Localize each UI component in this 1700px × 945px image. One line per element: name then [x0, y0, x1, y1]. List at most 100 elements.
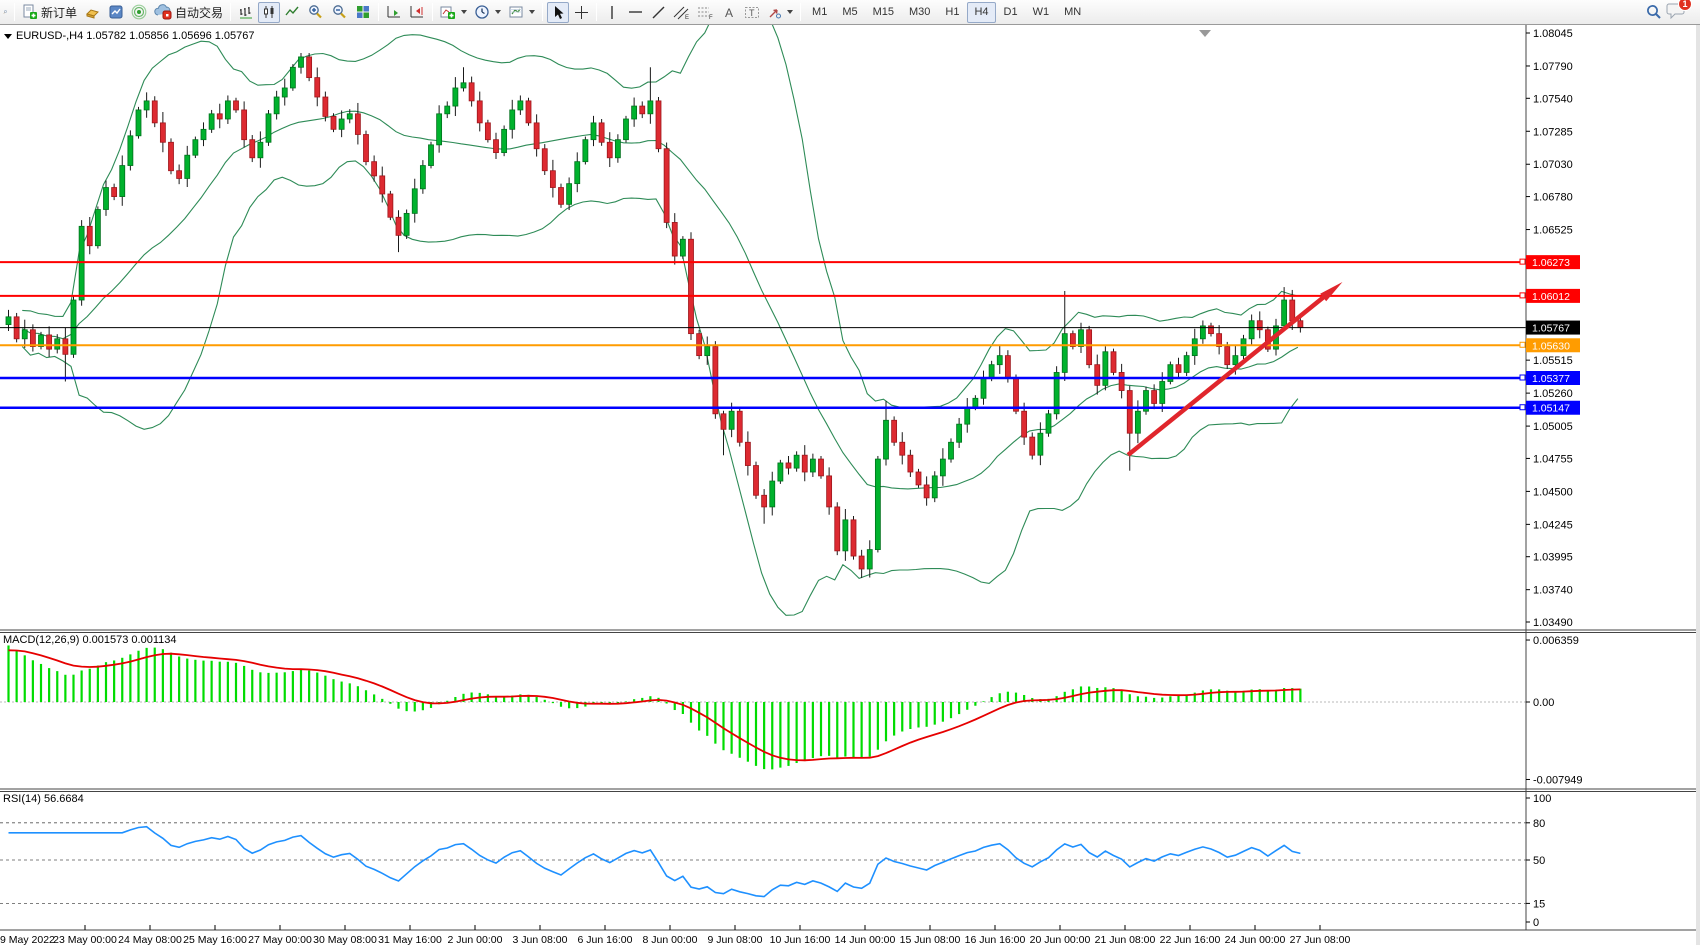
candle-body	[1135, 411, 1140, 433]
trend-arrow-line[interactable]	[1128, 292, 1330, 455]
tf-W1[interactable]: W1	[1026, 2, 1057, 23]
candle-body	[819, 459, 824, 476]
tf-M30[interactable]: M30	[902, 2, 937, 23]
candle-body	[632, 106, 637, 119]
new-order-button[interactable]: 新订单	[19, 2, 80, 23]
channel-button[interactable]: E	[670, 2, 693, 23]
time-tick-label: 27 May 00:00	[248, 934, 312, 945]
text-button[interactable]: A	[718, 2, 740, 23]
periods-button[interactable]	[471, 2, 504, 23]
candle-body	[1225, 347, 1230, 365]
auto-scroll-button[interactable]	[383, 2, 405, 23]
candle-body	[1030, 437, 1035, 455]
candle-body	[794, 455, 799, 468]
tf-MN[interactable]: MN	[1057, 2, 1088, 23]
candle-body	[689, 239, 694, 333]
candle-body	[274, 97, 279, 114]
candle-body	[258, 142, 263, 158]
line-chart-button[interactable]	[281, 2, 303, 23]
candle-body	[1062, 334, 1067, 373]
candle-body	[859, 556, 864, 569]
candle-body	[851, 520, 856, 556]
tile-windows-icon	[355, 4, 371, 20]
arrows-button[interactable]	[764, 2, 796, 23]
zoom-out-button[interactable]	[328, 2, 351, 23]
candle-body	[729, 411, 734, 429]
text-label-button[interactable]: T	[741, 2, 763, 23]
tf-M1[interactable]: M1	[805, 2, 834, 23]
candle-body	[250, 140, 255, 158]
tf-M15[interactable]: M15	[866, 2, 901, 23]
auto-trading-button[interactable]: 自动交易	[151, 2, 226, 23]
tf-H4[interactable]: H4	[967, 2, 995, 23]
cursor-button[interactable]	[547, 2, 569, 23]
candle-body	[1192, 339, 1197, 356]
candle-body	[429, 145, 434, 166]
candle-body	[225, 101, 230, 119]
vline-button[interactable]	[601, 2, 623, 23]
candle-body	[534, 123, 539, 149]
candle-body	[299, 57, 304, 67]
blue-panel-icon	[108, 4, 124, 20]
time-tick-label: 30 May 08:00	[313, 934, 377, 945]
new-order-label: 新订单	[41, 4, 77, 21]
candle-body	[567, 184, 572, 205]
candle-body	[412, 189, 417, 214]
tf-M5[interactable]: M5	[835, 2, 864, 23]
gold-button[interactable]	[81, 2, 104, 23]
candle-body	[1079, 330, 1084, 347]
price-badge-label: 1.05147	[1532, 403, 1570, 415]
chat-button[interactable]: 1	[1666, 1, 1686, 24]
vertical-line-icon	[606, 5, 618, 20]
tf-D1[interactable]: D1	[997, 2, 1025, 23]
candle-body	[745, 442, 750, 465]
candle-body	[112, 188, 117, 197]
search-button[interactable]	[1642, 2, 1665, 23]
line-anchor-marker	[1520, 259, 1525, 264]
candle-body	[1176, 365, 1181, 373]
chart-canvas[interactable]: 1.080451.077901.075401.072851.070301.067…	[0, 25, 1700, 945]
tf-label: H4	[970, 6, 992, 18]
separator	[14, 3, 15, 21]
zoom-in-icon	[307, 4, 324, 20]
webcast-button[interactable]	[128, 2, 150, 23]
candle-body	[87, 226, 92, 245]
candle-body	[193, 140, 198, 156]
hline-button[interactable]	[624, 2, 646, 23]
trendline-button[interactable]	[647, 2, 669, 23]
market-watch-button[interactable]	[105, 2, 127, 23]
indicators-button[interactable]	[437, 2, 470, 23]
candle-body	[1119, 372, 1124, 390]
candle-body	[380, 176, 385, 194]
candle-body	[615, 140, 620, 158]
candle-body	[494, 140, 499, 153]
fibonacci-button[interactable]: F	[694, 2, 717, 23]
chart-shift-button[interactable]	[406, 2, 428, 23]
candle-body	[754, 466, 759, 496]
candle-body	[924, 485, 929, 498]
time-tick-label: 24 May 08:00	[118, 934, 182, 945]
candle-body	[169, 142, 174, 170]
candle-body	[364, 135, 369, 162]
templates-button[interactable]	[505, 2, 538, 23]
text-label-icon: T	[744, 5, 760, 20]
candle-body	[1046, 414, 1051, 433]
symbol-collapse-icon[interactable]	[4, 34, 12, 39]
tf-H1[interactable]: H1	[938, 2, 966, 23]
auto-scroll-icon	[386, 4, 402, 20]
zoom-in-button[interactable]	[304, 2, 327, 23]
time-tick-label: 23 May 00:00	[53, 934, 117, 945]
candlestick-chart-button[interactable]	[258, 2, 280, 23]
candle-body	[526, 101, 531, 123]
window-edge	[1696, 25, 1700, 945]
candle-body	[827, 476, 832, 507]
price-tick-label: 1.06525	[1533, 225, 1573, 237]
candle-body	[355, 114, 360, 135]
crosshair-button[interactable]	[570, 2, 592, 23]
signal-icon	[131, 4, 147, 20]
tile-windows-button[interactable]	[352, 2, 374, 23]
svg-text:E: E	[685, 15, 689, 20]
bar-chart-button[interactable]	[235, 2, 257, 23]
price-badge-label: 1.06012	[1532, 291, 1570, 303]
candle-body	[331, 116, 336, 129]
